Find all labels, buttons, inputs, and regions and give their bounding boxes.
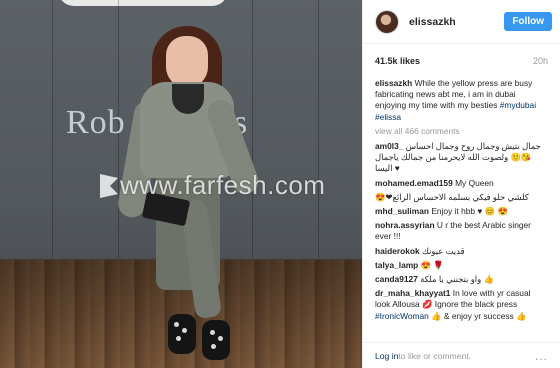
wall-panel-seam — [252, 0, 253, 258]
comment-username[interactable]: mohamed.emad159 — [375, 178, 453, 188]
left-shoe — [168, 314, 196, 354]
comment-username[interactable]: canda9127 — [375, 274, 418, 284]
post-sidebar: elissazkh Follow 41.5k likes 20h elissaz… — [362, 0, 560, 368]
caption-username[interactable]: elissazkh — [375, 78, 412, 88]
comment-username[interactable]: am0l3_ — [375, 141, 403, 151]
comment-item: am0l3_ جمال نتيش وجمال روح وجمال احساس 😘… — [375, 141, 548, 175]
comment-item: canda9127 واو بتجنني يا ملكة 👍 — [375, 274, 548, 285]
comment-username[interactable]: mhd_suliman — [375, 206, 429, 216]
comment-item: nohra.assyrian U r the best Arabic singe… — [375, 220, 548, 242]
post-username[interactable]: elissazkh — [409, 16, 504, 28]
shoe-stud — [211, 344, 216, 349]
comment-item: mhd_suliman Enjoy it hbb ♥ 😊 😍 — [375, 206, 548, 217]
post-caption: elissazkh While the yellow press are bus… — [375, 78, 548, 123]
follow-button[interactable]: Follow — [504, 12, 552, 31]
login-link[interactable]: Log in — [375, 351, 398, 361]
watermark-flag-icon — [100, 174, 118, 198]
wall-sign-text: Rob — [66, 104, 126, 141]
comment-hashtag[interactable]: #IronicWoman — [375, 311, 429, 321]
comment-item: haiderokok قديت عيونك — [375, 246, 548, 257]
comment-text: واو بتجنني يا ملكة 👍 — [420, 274, 494, 285]
post-time[interactable]: 20h — [533, 56, 548, 66]
post-photo[interactable]: Rob s www.farfesh.com — [0, 0, 362, 368]
shoe-stud — [182, 328, 187, 333]
comment-text: قديت عيونك — [422, 245, 465, 256]
comment-username[interactable]: talya_lamp — [375, 260, 418, 270]
comment-text: 😍 🌹 — [420, 259, 444, 270]
shoe-stud — [174, 322, 179, 327]
comment-text: My Queen — [455, 177, 494, 188]
comment-item: talya_lamp 😍 🌹 — [375, 260, 548, 271]
wall-panel-seam — [52, 0, 53, 258]
comment-text-tail: 👍 & enjoy yr success 👍 — [431, 310, 527, 321]
comment-item: mohamed.emad159 My Queen — [375, 178, 548, 189]
likes-count[interactable]: 41.5k likes — [375, 56, 420, 66]
post-stats: 41.5k likes 20h — [363, 50, 560, 72]
view-all-comments-link[interactable]: view all 466 comments — [375, 126, 548, 137]
shoe-stud — [210, 330, 215, 335]
comment-text: Enjoy it hbb ♥ 😊 😍 — [431, 206, 508, 217]
comments-section: elissazkh While the yellow press are bus… — [363, 72, 560, 322]
watermark-text: www.farfesh.com — [120, 170, 326, 200]
comment-item: كلشي حلو فيكي بسلمه الاحساس الرائع❤😍 — [375, 192, 548, 203]
comment-text: كلشي حلو فيكي بسلمه الاحساس الرائع❤😍 — [375, 191, 529, 202]
login-prompt-text: to like or comment. — [398, 350, 472, 361]
post-header: elissazkh Follow — [363, 0, 560, 44]
wall-panel-seam — [318, 0, 319, 258]
comment-username[interactable]: dr_maha_khayyat1 — [375, 288, 450, 298]
shoe-stud — [218, 336, 223, 341]
comment-item: dr_maha_khayyat1 In love with yr casual … — [375, 288, 548, 322]
person-face — [166, 36, 208, 88]
comment-username[interactable]: nohra.assyrian — [375, 220, 435, 230]
more-options-icon[interactable]: ... — [535, 349, 548, 363]
shoe-stud — [176, 336, 181, 341]
login-footer: Log in to like or comment. ... — [363, 342, 560, 368]
right-shoe — [202, 320, 230, 360]
store-logo-shape — [58, 0, 228, 6]
comment-username[interactable]: haiderokok — [375, 246, 420, 256]
avatar[interactable] — [375, 9, 399, 34]
